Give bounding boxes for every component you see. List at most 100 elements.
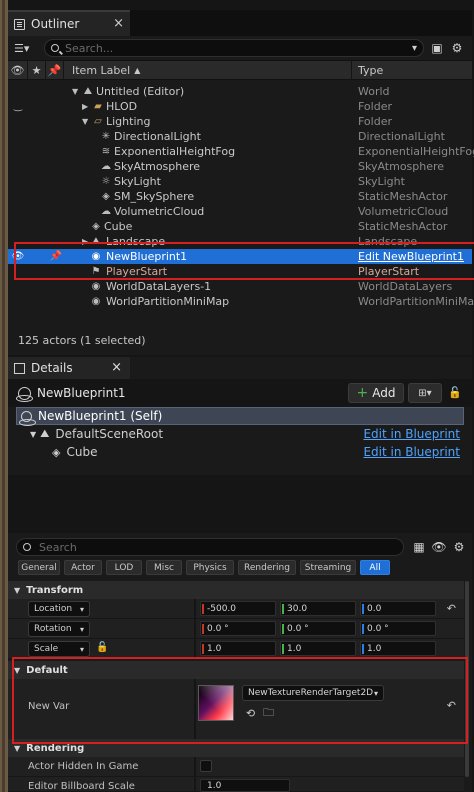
rotation-mode-dropdown[interactable]: Rotation ▾ xyxy=(28,621,90,637)
category-lod[interactable]: LOD xyxy=(106,560,142,575)
component-label: Cube xyxy=(66,445,98,459)
actor-hidden-checkbox[interactable] xyxy=(200,760,212,772)
rotation-x-field[interactable]: 0.0 ° xyxy=(200,621,276,636)
highlight-box xyxy=(12,657,468,744)
add-folder-icon[interactable]: ▣ xyxy=(430,41,444,55)
visibility-column-icon[interactable]: 👁 xyxy=(8,60,28,80)
expand-arrow-icon[interactable]: ▶ xyxy=(82,102,88,111)
settings-gear-icon[interactable]: ⚙ xyxy=(452,540,466,554)
table-row[interactable]: ≋ ExponentialHeightFog ExponentialHeight… xyxy=(8,144,474,159)
rotation-z-field[interactable]: 0.0 ° xyxy=(360,621,436,636)
scale-x-value: 1.0 xyxy=(207,643,222,654)
table-row[interactable]: ✳ DirectionalLight DirectionalLight xyxy=(8,129,472,144)
table-row[interactable]: ☁ VolumetricCloud VolumetricCloud xyxy=(8,204,472,219)
property-row-scale: Scale ▾ 🔓 1.0 1.0 1.0 xyxy=(8,639,464,659)
component-row[interactable]: ▼ ⛰ DefaultSceneRoot Edit in Blueprint xyxy=(16,425,464,443)
expand-arrow-icon[interactable]: ▼ xyxy=(72,87,78,96)
table-row[interactable]: ◉ WorldDataLayers-1 WorldDataLayers xyxy=(8,279,472,294)
tab-outliner-label: Outliner xyxy=(31,17,80,31)
tab-outliner[interactable]: Outliner × xyxy=(8,10,130,36)
component-row-self[interactable]: NewBlueprint1 (Self) xyxy=(16,407,464,426)
expand-arrow-icon[interactable]: ▼ xyxy=(30,430,36,439)
blueprint-options-button[interactable]: ⊞▾ xyxy=(408,383,442,403)
table-row[interactable]: ◈ Cube StaticMeshActor xyxy=(8,219,472,234)
chevron-down-icon: ▾ xyxy=(79,644,84,654)
static-mesh-icon: ◈ xyxy=(102,191,110,202)
close-icon[interactable]: × xyxy=(113,16,124,31)
table-view-icon[interactable]: ▦ xyxy=(412,540,426,554)
close-icon[interactable]: × xyxy=(111,360,122,375)
column-splitter[interactable] xyxy=(194,639,196,659)
expand-arrow-icon[interactable]: ▼ xyxy=(82,117,88,126)
rotation-y-field[interactable]: 0.0 ° xyxy=(280,621,356,636)
sky-atmosphere-icon: ☁ xyxy=(101,161,111,172)
category-physics[interactable]: Physics xyxy=(186,560,234,575)
item-label-column[interactable]: Item Label ▲ xyxy=(64,60,352,80)
favorite-column-icon[interactable]: ★ xyxy=(28,60,46,80)
table-row[interactable]: ▼ ⛰ Untitled (Editor) World xyxy=(8,84,472,99)
category-actor[interactable]: Actor xyxy=(64,560,102,575)
location-z-field[interactable]: 0.0 xyxy=(360,601,436,616)
row-label: SM_SkySphere xyxy=(114,190,195,203)
scale-y-field[interactable]: 1.0 xyxy=(280,641,356,656)
pin-column-icon[interactable]: 📌 xyxy=(46,60,64,80)
settings-gear-icon[interactable]: ⚙ xyxy=(450,41,464,55)
category-all[interactable]: All xyxy=(360,560,390,575)
add-component-button[interactable]: + Add xyxy=(348,383,404,403)
category-general[interactable]: General xyxy=(18,560,60,575)
details-icon xyxy=(14,362,25,374)
folder-open-icon: ▱ xyxy=(94,116,102,127)
outliner-icon xyxy=(14,18,25,30)
billboard-scale-label: Editor Billboard Scale xyxy=(28,781,135,792)
location-y-field[interactable]: 30.0 xyxy=(280,601,356,616)
column-splitter[interactable] xyxy=(194,599,196,619)
column-splitter[interactable] xyxy=(194,757,196,777)
scale-z-field[interactable]: 1.0 xyxy=(360,641,436,656)
outliner-search-input[interactable]: Search... ▾ xyxy=(44,39,424,57)
add-label: Add xyxy=(372,386,396,400)
table-row[interactable]: ☼ SkyLight SkyLight xyxy=(8,174,472,189)
property-row-actor-hidden: Actor Hidden In Game xyxy=(8,757,464,777)
billboard-scale-field[interactable]: 1.0 xyxy=(200,779,290,792)
row-label: Cube xyxy=(104,220,133,233)
reset-icon[interactable]: ↶ xyxy=(447,602,456,615)
details-search-input[interactable]: Search xyxy=(16,538,404,556)
category-streaming[interactable]: Streaming xyxy=(300,560,356,575)
rotation-x-value: 0.0 ° xyxy=(207,623,229,634)
column-splitter[interactable] xyxy=(194,619,196,639)
row-label: Lighting xyxy=(106,115,151,128)
selected-object-header: NewBlueprint1 + Add ⊞▾ 🔓 xyxy=(8,379,472,407)
table-row[interactable]: ‿ ▶ ▰ HLOD Folder xyxy=(8,99,472,114)
lock-icon[interactable]: 🔓 xyxy=(96,642,108,653)
component-row[interactable]: ◈ Cube Edit in Blueprint xyxy=(16,443,464,461)
world-icon: ⛰ xyxy=(83,86,93,97)
scale-mode-dropdown[interactable]: Scale ▾ xyxy=(28,641,90,657)
location-mode-dropdown[interactable]: Location ▾ xyxy=(28,601,90,617)
folder-icon: ▰ xyxy=(94,101,102,112)
edit-in-blueprint-link[interactable]: Edit in Blueprint xyxy=(363,445,460,459)
table-row[interactable]: ◈ SM_SkySphere StaticMeshActor xyxy=(8,189,472,204)
filter-button[interactable]: ☰▾ xyxy=(14,39,44,57)
chevron-down-icon[interactable]: ▾ xyxy=(412,43,417,54)
scale-x-field[interactable]: 1.0 xyxy=(200,641,276,656)
type-column[interactable]: Type xyxy=(352,60,472,80)
outliner-panel: Outliner × ☰▾ Search... ▾ ▣ ⚙ 👁 ★ 📌 Item… xyxy=(8,10,474,355)
table-row[interactable]: ▼ ▱ Lighting Folder xyxy=(8,114,472,129)
category-misc[interactable]: Misc xyxy=(146,560,182,575)
table-row[interactable]: ◉ WorldPartitionMiniMap WorldPartitionMi… xyxy=(8,294,474,309)
tab-details[interactable]: Details × xyxy=(8,357,130,379)
rotation-z-value: 0.0 ° xyxy=(367,623,389,634)
collapse-arrow-icon: ▼ xyxy=(14,743,21,753)
column-splitter[interactable] xyxy=(194,777,196,792)
category-rendering[interactable]: Rendering xyxy=(238,560,296,575)
section-transform[interactable]: ▼ Transform xyxy=(8,581,464,599)
lock-icon[interactable]: 🔓 xyxy=(448,386,462,399)
location-x-field[interactable]: -500.0 xyxy=(200,601,276,616)
visibility-eye-icon[interactable]: ‿ xyxy=(12,101,24,113)
table-row[interactable]: ☁ SkyAtmosphere SkyAtmosphere xyxy=(8,159,472,174)
edit-in-blueprint-link[interactable]: Edit in Blueprint xyxy=(363,427,460,441)
z-axis-bar xyxy=(362,644,364,654)
row-label: DirectionalLight xyxy=(114,130,201,143)
cloud-icon: ☁ xyxy=(101,206,111,217)
eye-icon[interactable]: 👁 xyxy=(431,540,446,554)
